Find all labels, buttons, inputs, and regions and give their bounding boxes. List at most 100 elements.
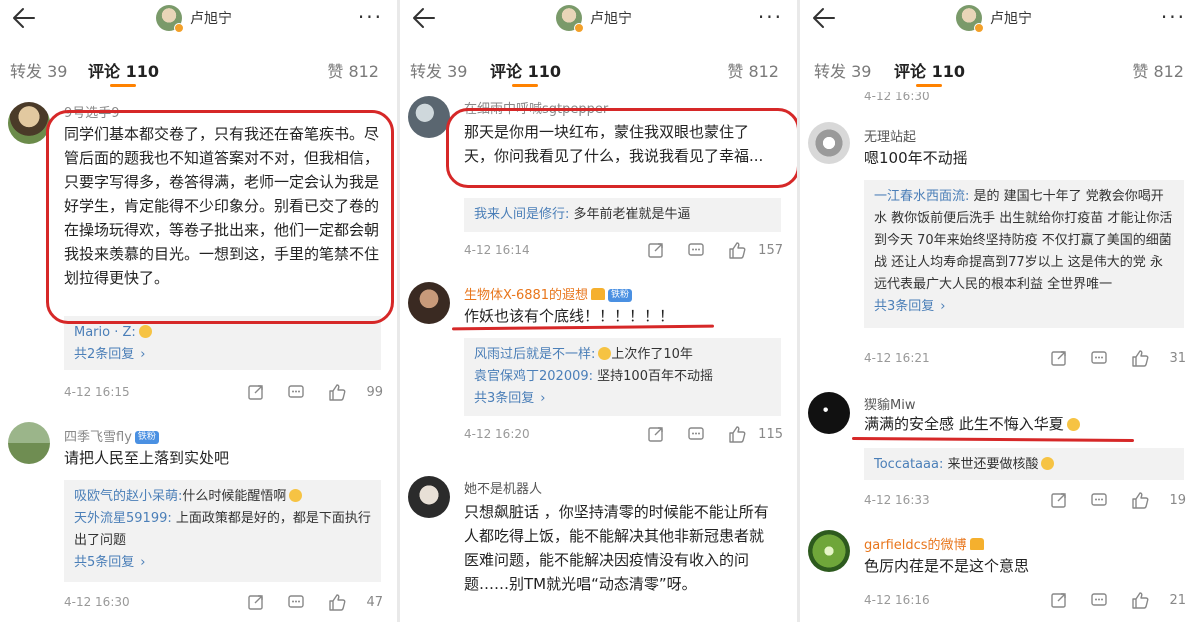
page-title[interactable]: 卢旭宁 — [956, 4, 1032, 33]
tab-likes[interactable]: 赞 812 — [727, 58, 779, 82]
reply-box[interactable]: 风雨过后就是不一样: 上次作了10年 袁官保鸡丁202009: 坚持100百年不动… — [464, 338, 781, 416]
like-icon[interactable] — [1130, 490, 1150, 510]
verified-badge-icon — [974, 23, 984, 33]
comment-time: 4-12 16:33 — [864, 493, 930, 507]
like-icon[interactable] — [327, 592, 347, 612]
like-icon[interactable] — [1130, 590, 1150, 610]
comment-username[interactable]: 她不是机器人 — [464, 478, 542, 497]
reply-box[interactable]: Toccataaa: 来世还要做核酸 — [864, 448, 1184, 480]
comment-icon[interactable] — [287, 383, 305, 401]
comment-username[interactable]: garfieldcs的微博 — [864, 534, 984, 553]
comment-time: 4-12 16:16 — [864, 593, 930, 607]
more-options-icon[interactable]: ··· — [1161, 7, 1186, 27]
more-replies-link[interactable]: 共5条回复 › — [74, 552, 371, 574]
comment-icon[interactable] — [1090, 349, 1108, 367]
comment-username[interactable]: 9号选手9 — [64, 102, 120, 121]
more-options-icon[interactable]: ··· — [358, 7, 383, 27]
like-icon[interactable] — [727, 240, 747, 260]
comment-text: 只想飙脏话 ，你坚持清零的时候能不能让所有人都吃得上饭，能不能解决其他非新冠患者… — [464, 503, 769, 593]
reply-box[interactable]: 吸欧气的赵小呆萌:什么时候能醒悟啊 天外流星59199: 上面政策都是好的，都是… — [64, 480, 381, 582]
comment-time: 4-12 16:30 — [64, 595, 130, 609]
reply-username[interactable]: 我来人间是修行: — [474, 207, 569, 222]
reply-username[interactable]: 天外流星59199: — [74, 511, 172, 526]
comment-list: 在细雨中呼喊sgtpepper 那天是你用一块红布，蒙住我双眼也蒙住了天，你问我… — [400, 92, 797, 622]
verified-badge-icon — [574, 23, 584, 33]
avatar[interactable] — [408, 96, 450, 138]
like-icon[interactable] — [327, 382, 347, 402]
share-icon[interactable] — [647, 241, 665, 259]
comment-username[interactable]: 在细雨中呼喊sgtpepper — [464, 98, 608, 117]
like-icon[interactable] — [1130, 348, 1150, 368]
back-arrow-icon[interactable] — [10, 4, 38, 32]
avatar[interactable] — [8, 422, 50, 464]
reply-username[interactable]: 一江春水西面流: — [874, 189, 969, 204]
comment-meta: 4-12 16:15 99 — [64, 382, 383, 402]
reply-username[interactable]: Mario · Z: — [74, 325, 136, 340]
comment-username[interactable]: 猰貐Miw — [864, 394, 915, 413]
reply-text: 多年前老崔就是牛逼 — [573, 207, 691, 222]
comment-icon[interactable] — [287, 593, 305, 611]
tab-active-indicator — [916, 84, 942, 87]
tab-bar: 转发 39 评论 110 赞 812 — [400, 50, 797, 90]
screenshot-collage: 卢旭宁 ··· 转发 39 评论 110 赞 812 9号选手9 同学们基本都交… — [0, 0, 1200, 622]
avatar[interactable] — [808, 392, 850, 434]
reply-username[interactable]: 袁官保鸡丁202009: — [474, 369, 593, 384]
comment-icon[interactable] — [1090, 591, 1108, 609]
back-arrow-icon[interactable] — [410, 4, 438, 32]
emoji-icon — [598, 347, 612, 360]
emoji-icon — [289, 489, 303, 502]
reply-box[interactable]: 一江春水西面流: 是的 建国七十年了 党教会你喝开水 教你饭前便后洗手 出生就给… — [864, 180, 1184, 328]
avatar[interactable] — [808, 122, 850, 164]
comment-list: 4-12 16:30 无理站起 嗯100年不动摇 一江春水西面流: 是的 建国七… — [800, 92, 1200, 622]
comment-icon[interactable] — [687, 425, 705, 443]
crown-icon — [969, 538, 984, 550]
tab-comments[interactable]: 评论 110 — [894, 58, 965, 82]
comment-meta: 4-12 16:14 157 — [464, 240, 783, 260]
tab-comments[interactable]: 评论 110 — [88, 58, 159, 82]
comment-username[interactable]: 无理站起 — [864, 126, 916, 145]
more-replies-link[interactable]: 共2条回复 › — [74, 344, 371, 366]
tab-bar: 转发 39 评论 110 赞 812 — [0, 50, 397, 90]
tab-repost[interactable]: 转发 39 — [10, 58, 67, 82]
share-icon[interactable] — [1050, 349, 1068, 367]
share-icon[interactable] — [1050, 591, 1068, 609]
tab-repost[interactable]: 转发 39 — [410, 58, 467, 82]
page-title[interactable]: 卢旭宁 — [556, 4, 632, 33]
top-bar: 卢旭宁 ··· — [0, 0, 397, 38]
comment-text: 色厉内荏是不是这个意思 — [864, 557, 1030, 575]
share-icon[interactable] — [247, 383, 265, 401]
verified-badge-icon — [174, 23, 184, 33]
reply-box[interactable]: 我来人间是修行: 多年前老崔就是牛逼 — [464, 198, 781, 232]
tab-likes[interactable]: 赞 812 — [327, 58, 379, 82]
back-arrow-icon[interactable] — [810, 4, 838, 32]
reply-box[interactable]: Mario · Z: 共2条回复 › — [64, 316, 381, 370]
tab-repost[interactable]: 转发 39 — [814, 58, 871, 82]
panel-2: 卢旭宁 ··· 转发 39 评论 110 赞 812 在细雨中呼喊sgtpepp… — [400, 0, 800, 622]
comment-username[interactable]: 四季飞雪fly 铁粉 — [64, 426, 159, 445]
share-icon[interactable] — [1050, 491, 1068, 509]
more-replies-link[interactable]: 共3条回复 › — [874, 296, 1174, 318]
like-icon[interactable] — [727, 424, 747, 444]
avatar[interactable] — [8, 102, 50, 144]
comment-username[interactable]: 生物体X-6881的遐想 铁粉 — [464, 284, 633, 303]
share-icon[interactable] — [247, 593, 265, 611]
tab-active-indicator — [110, 84, 136, 87]
reply-username[interactable]: 风雨过后就是不一样: — [474, 347, 595, 362]
emoji-icon — [138, 325, 152, 338]
comment-icon[interactable] — [687, 241, 705, 259]
more-options-icon[interactable]: ··· — [758, 7, 783, 27]
comment-icon[interactable] — [1090, 491, 1108, 509]
avatar[interactable] — [408, 282, 450, 324]
share-icon[interactable] — [647, 425, 665, 443]
avatar — [556, 5, 584, 33]
tab-comments[interactable]: 评论 110 — [490, 58, 561, 82]
avatar[interactable] — [408, 476, 450, 518]
comment-meta: 4-12 16:30 47 — [64, 592, 383, 612]
page-title[interactable]: 卢旭宁 — [156, 4, 232, 33]
reply-username[interactable]: Toccataaa: — [874, 457, 943, 472]
tab-likes[interactable]: 赞 812 — [1132, 58, 1184, 82]
more-replies-link[interactable]: 共3条回复 › — [474, 388, 771, 410]
comment-meta: 4-12 16:20 115 — [464, 424, 783, 444]
reply-username[interactable]: 吸欧气的赵小呆萌: — [74, 489, 182, 504]
avatar[interactable] — [808, 530, 850, 572]
